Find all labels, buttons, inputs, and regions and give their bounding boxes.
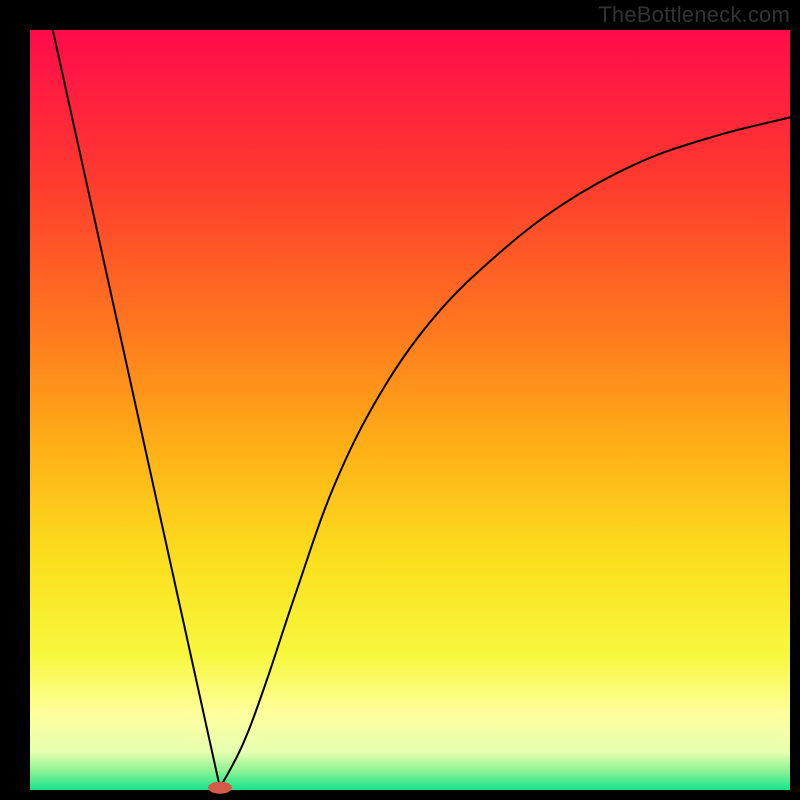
bottleneck-chart [0, 0, 800, 800]
gradient-background [30, 30, 790, 790]
minimum-marker [208, 782, 232, 794]
chart-frame: TheBottleneck.com [0, 0, 800, 800]
watermark-text: TheBottleneck.com [598, 2, 790, 28]
